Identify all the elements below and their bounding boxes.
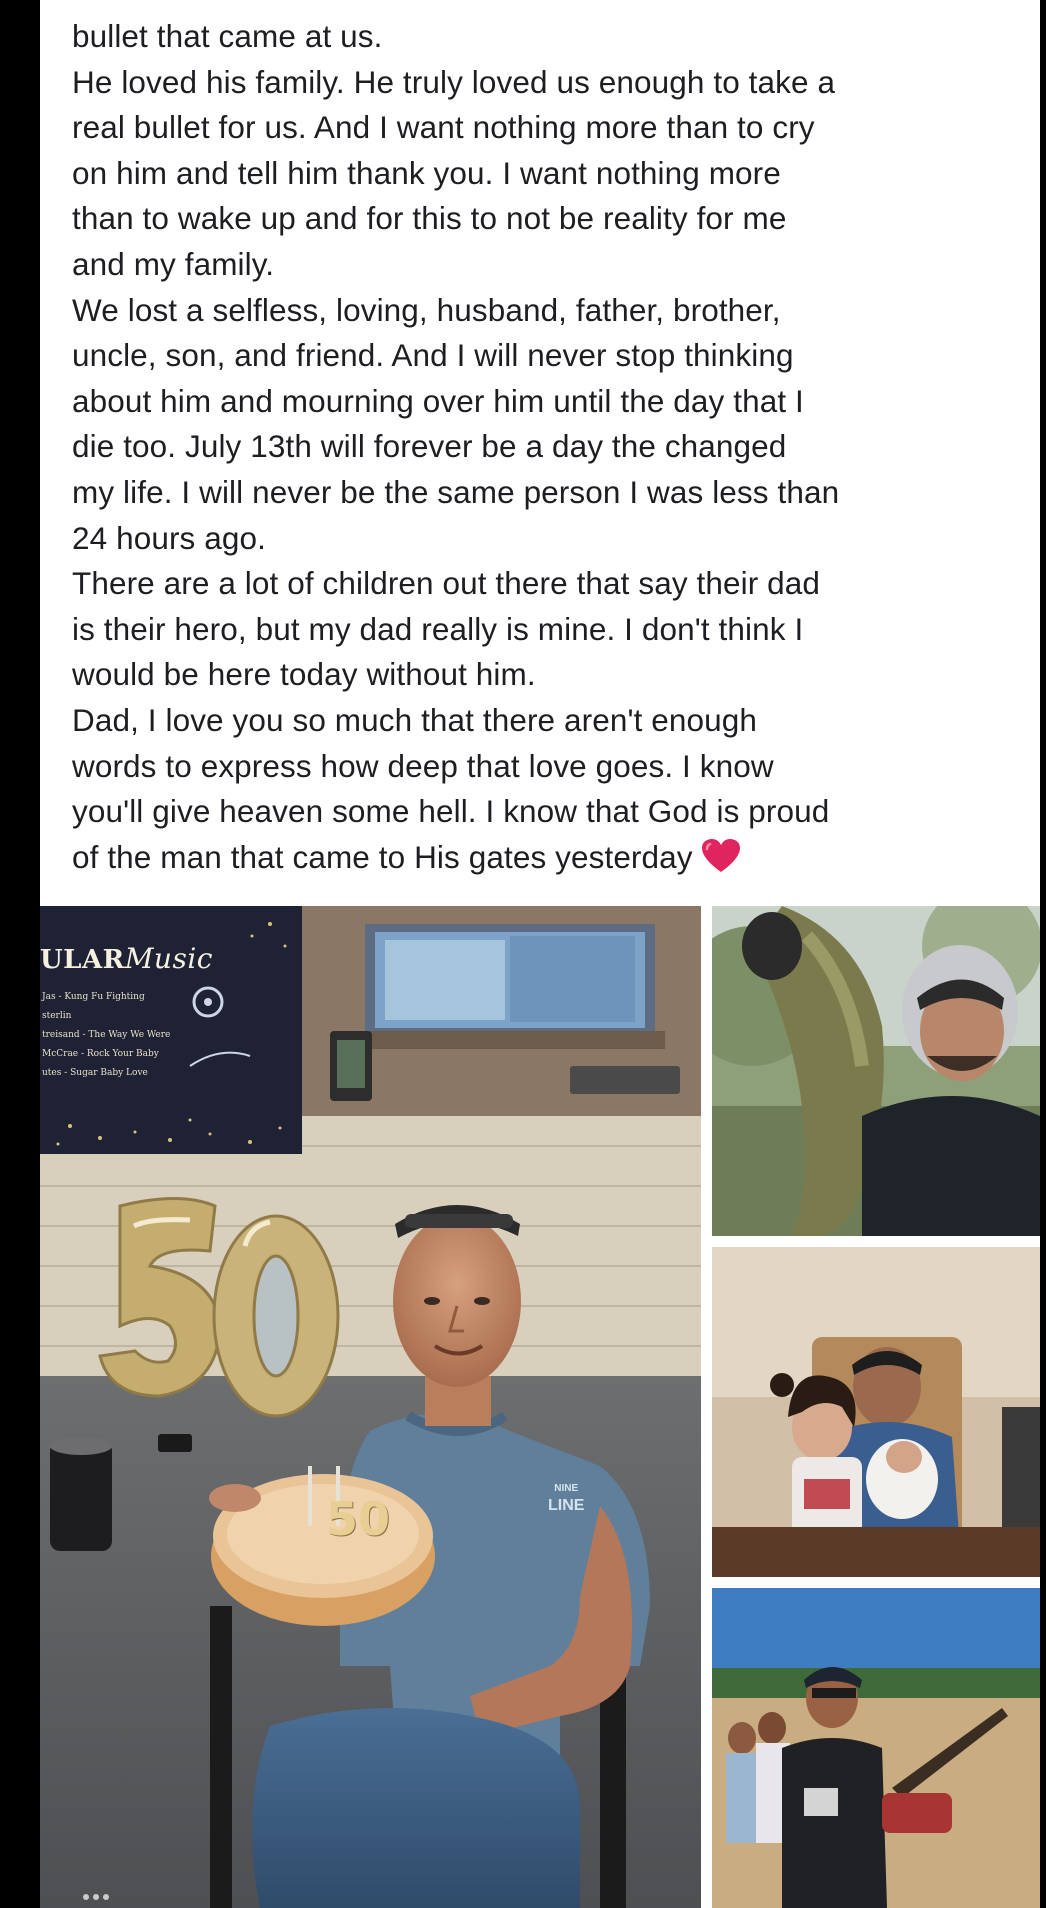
post-text-line: would be here today without him. [72,656,536,693]
post-text-line: There are a lot of children out there th… [72,565,821,602]
post-text-line: about him and mourning over him until th… [72,382,804,419]
poster-title: ULARMusic [40,942,276,975]
shirt-logo-top: NINE [554,1483,579,1494]
poster-title-bold: ULAR [40,945,125,975]
photo-man-holding-fish[interactable] [712,906,1040,1236]
post-text-line: of the man that came to His gates yester… [72,838,693,875]
facebook-post-card: bullet that came at us. He loved his fam… [40,0,1040,1908]
post-text-line: 24 hours ago. [72,519,266,556]
post-text-line: He loved his family. He truly loved us e… [72,63,836,100]
post-body-text: bullet that came at us. He loved his fam… [72,14,1032,886]
post-text-line: on him and tell him thank you. I want no… [72,154,781,191]
post-text-line: words to express how deep that love goes… [72,747,774,784]
cake-topper-number: 50 [326,1492,391,1546]
red-heart-icon [701,838,741,887]
poster-song: sterlin [42,1011,72,1021]
post-text-line: than to wake up and for this to not be r… [72,200,787,237]
home-indicator-icon [83,1894,109,1900]
post-text-line: and my family. [72,245,275,282]
post-text-line: you'll give heaven some hell. I know tha… [72,793,830,830]
poster-song: Jas - Kung Fu Fighting [42,992,145,1002]
post-text-line: uncle, son, and friend. And I will never… [72,337,794,374]
poster-song: McCrae - Rock Your Baby [42,1049,159,1059]
post-text-line: my life. I will never be the same person… [72,473,840,510]
shirt-logo-bottom: LINE [548,1497,585,1514]
poster-song: utes - Sugar Baby Love [42,1068,148,1078]
poster-song-list: Jas - Kung Fu Fighting sterlin treisand … [42,988,232,1083]
photo-group-in-field[interactable] [712,1588,1040,1908]
post-text-line-last: of the man that came to His gates yester… [72,835,1032,887]
shirt-logo: NINE LINE [548,1480,584,1514]
post-text-line: die too. July 13th will forever be a day… [72,428,787,465]
photo-birthday-man-with-cake[interactable]: ULARMusic Jas - Kung Fu Fighting sterlin… [40,906,701,1908]
poster-song: treisand - The Way We Were [42,1030,171,1040]
photo-father-with-children[interactable] [712,1247,1040,1577]
post-text-line: real bullet for us. And I want nothing m… [72,109,815,146]
post-text-line: We lost a selfless, loving, husband, fat… [72,291,781,328]
photo-collage[interactable]: ULARMusic Jas - Kung Fu Fighting sterlin… [40,906,1040,1908]
poster-title-script: Music [124,942,213,975]
post-text-line: is their hero, but my dad really is mine… [72,610,804,647]
post-text-line: bullet that came at us. [72,18,383,54]
post-text-line: Dad, I love you so much that there aren'… [72,701,757,738]
